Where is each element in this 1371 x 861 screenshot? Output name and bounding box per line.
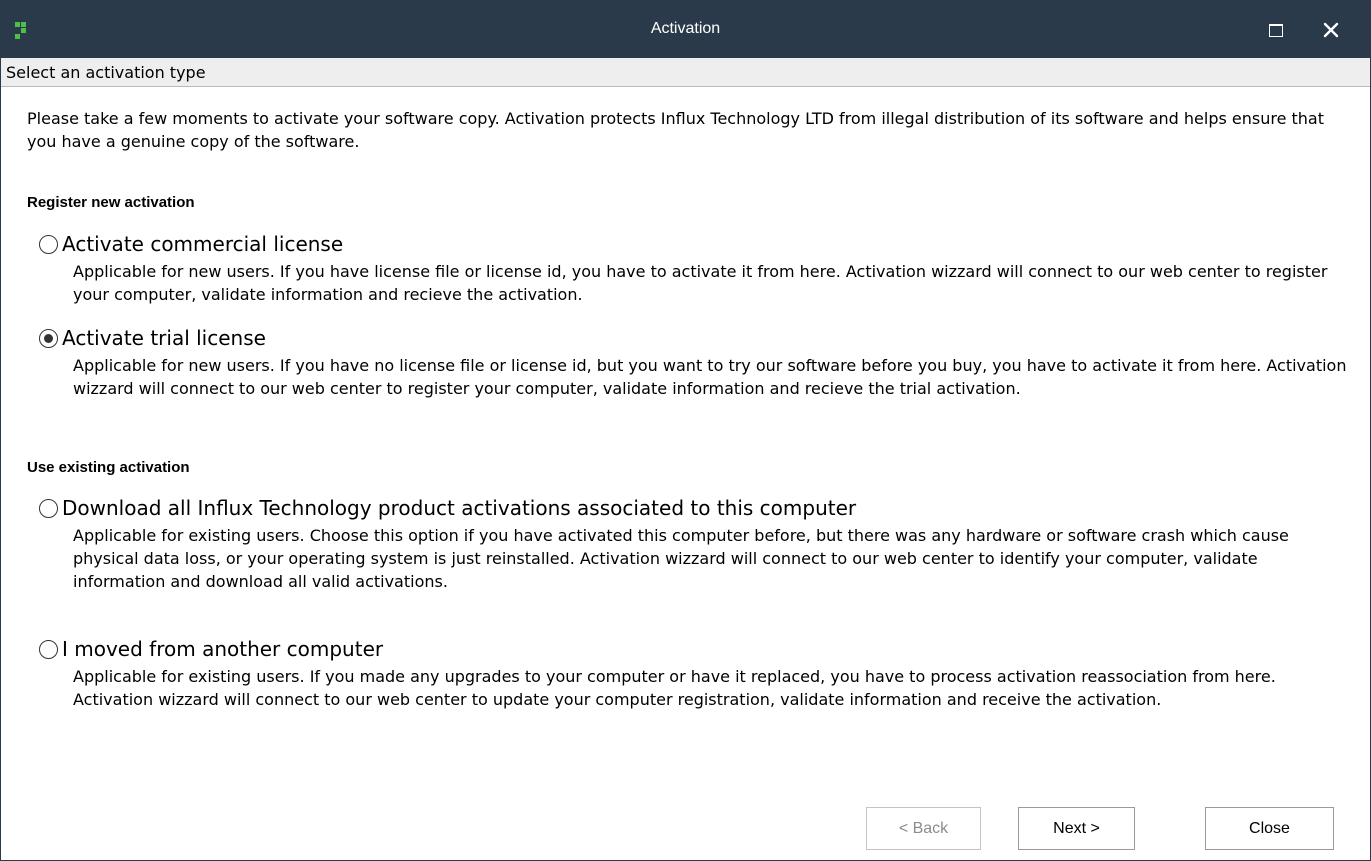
option-description: Applicable for new users. If you have li… [73,262,1328,304]
radio-trial-license[interactable] [39,329,58,348]
back-button[interactable]: < Back [866,807,981,850]
option-label[interactable]: Activate trial license [62,325,266,351]
option-description: Applicable for new users. If you have no… [73,356,1347,398]
option-label[interactable]: I moved from another computer [62,636,383,662]
intro-text: Please take a few moments to activate yo… [27,109,1325,151]
radio-commercial-license[interactable] [39,235,58,254]
section-title-register: Register new activation [27,194,195,211]
window-title: Activation [650,20,721,37]
activation-window: Activation Select an activation type Ple… [0,0,1371,861]
close-icon [1323,22,1339,38]
close-window-button[interactable] [1314,13,1348,47]
step-header: Select an activation type [1,58,1370,87]
option-description: Applicable for existing users. If you ma… [73,667,1276,709]
section-title-existing: Use existing activation [27,459,190,476]
next-button[interactable]: Next > [1018,807,1135,850]
maximize-icon [1269,24,1283,37]
option-description: Applicable for existing users. Choose th… [73,526,1289,591]
title-bar[interactable]: Activation [1,1,1370,58]
option-label[interactable]: Download all Influx Technology product a… [62,495,856,521]
close-button[interactable]: Close [1205,807,1334,850]
radio-download-activations[interactable] [39,499,58,518]
radio-moved-computer[interactable] [39,640,58,659]
option-label[interactable]: Activate commercial license [62,231,343,257]
maximize-button[interactable] [1259,13,1293,47]
